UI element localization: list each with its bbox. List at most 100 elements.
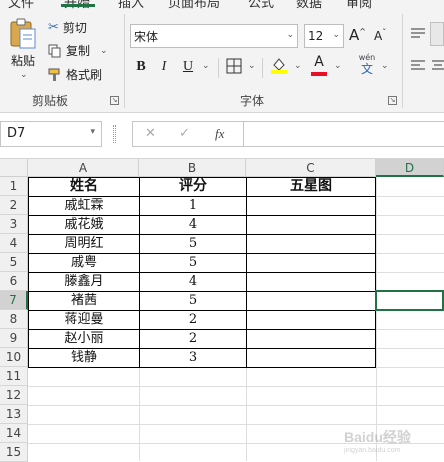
cell-name[interactable]: 戚粤	[29, 253, 139, 272]
column-header-b[interactable]: B	[139, 159, 246, 177]
row-header[interactable]: 2	[0, 196, 28, 215]
row-header[interactable]: 5	[0, 253, 28, 272]
row-header[interactable]: 13	[0, 405, 28, 424]
underline-button[interactable]: U	[181, 56, 195, 78]
cell-score[interactable]: 4	[140, 215, 246, 234]
align-left-button[interactable]	[410, 58, 426, 77]
name-box[interactable]: D7 ▾	[0, 121, 102, 147]
row-header[interactable]: 6	[0, 272, 28, 291]
column-header-c[interactable]: C	[246, 159, 376, 177]
format-painter-icon	[48, 68, 60, 81]
copy-dropdown-icon[interactable]: ⌄	[100, 46, 108, 56]
borders-chevron-down-icon[interactable]: ⌄	[248, 61, 256, 71]
tab-formulas[interactable]: 公式	[248, 0, 274, 11]
cell-name[interactable]: 蒋迎曼	[29, 310, 139, 329]
cancel-icon[interactable]: ✕	[145, 126, 156, 141]
phonetic-chevron-down-icon[interactable]: ⌄	[381, 61, 389, 71]
row-header[interactable]: 3	[0, 215, 28, 234]
bold-button[interactable]: B	[134, 56, 148, 78]
underline-chevron-down-icon[interactable]: ⌄	[202, 61, 210, 71]
decrease-font-size-button[interactable]: Aˇ	[374, 28, 386, 43]
borders-button[interactable]	[226, 58, 242, 77]
cell-name[interactable]: 周明红	[29, 234, 139, 253]
fill-color-button[interactable]	[270, 56, 288, 77]
tab-file[interactable]: 文件	[8, 0, 34, 11]
font-size-chevron-down-icon[interactable]: ⌄	[332, 30, 340, 40]
row-header[interactable]: 4	[0, 234, 28, 253]
align-top-button[interactable]	[410, 26, 426, 45]
cell-name[interactable]: 褚茜	[29, 291, 139, 310]
font-name-select[interactable]: 宋体 ⌄	[130, 24, 298, 48]
cell-score[interactable]: 4	[140, 272, 246, 291]
row-header[interactable]: 9	[0, 329, 28, 348]
paste-button[interactable]: 粘贴 ⌄	[8, 18, 40, 80]
format-painter-button[interactable]: 格式刷	[48, 66, 102, 83]
font-size-select[interactable]: 12 ⌄	[304, 24, 344, 48]
align-middle-button[interactable]	[430, 22, 444, 46]
row-header[interactable]: 11	[0, 367, 28, 386]
cell-score[interactable]: 1	[140, 196, 246, 215]
cell-name[interactable]: 戚虹霖	[29, 196, 139, 215]
row-header-selected[interactable]: 7	[0, 291, 28, 310]
selected-cell-d7[interactable]	[375, 290, 444, 311]
cell-score[interactable]: 3	[140, 348, 246, 367]
cut-button[interactable]: ✂ 剪切	[48, 19, 87, 36]
formula-bar-resize-handle[interactable]	[113, 125, 116, 143]
watermark-logo: Baidu经验 jingyan.baidu.com	[344, 427, 442, 457]
row-header[interactable]: 10	[0, 348, 28, 367]
select-all-corner[interactable]	[0, 159, 28, 177]
row-header[interactable]: 8	[0, 310, 28, 329]
copy-icon	[48, 44, 61, 57]
divider	[218, 58, 219, 78]
column-header-d[interactable]: D	[376, 159, 444, 177]
cell-c1[interactable]: 五星图	[247, 177, 375, 196]
column-header-a[interactable]: A	[28, 159, 139, 177]
copy-label: 复制	[66, 44, 91, 58]
paste-label: 粘贴	[11, 54, 36, 68]
cell-name[interactable]: 戚花娥	[29, 215, 139, 234]
phonetic-guide-icon: 文	[360, 62, 373, 76]
font-name-chevron-down-icon[interactable]: ⌄	[286, 30, 294, 40]
worksheet-grid[interactable]: A B C D 1 2 3 4 5 6 7 8 9 10 11 12 13 14…	[0, 159, 444, 462]
row-header[interactable]: 14	[0, 424, 28, 443]
phonetic-guide-button[interactable]: wén 文	[356, 54, 378, 80]
insert-function-icon[interactable]: fx	[215, 126, 224, 142]
italic-button[interactable]: I	[158, 56, 170, 78]
gridline	[28, 386, 444, 387]
cell-name[interactable]: 钱静	[29, 348, 139, 367]
row-header[interactable]: 12	[0, 386, 28, 405]
font-color-chevron-down-icon[interactable]: ⌄	[334, 61, 342, 71]
cell-name[interactable]: 赵小丽	[29, 329, 139, 348]
cell-score[interactable]: 5	[140, 291, 246, 310]
cell-score[interactable]: 2	[140, 310, 246, 329]
cell-b1[interactable]: 评分	[140, 177, 246, 196]
phonetic-guide-label: wén	[358, 53, 376, 62]
name-box-chevron-down-icon[interactable]: ▾	[90, 127, 95, 137]
copy-button[interactable]: 复制 ⌄	[48, 42, 108, 59]
tab-data[interactable]: 数据	[296, 0, 322, 11]
paste-dropdown-icon[interactable]: ⌄	[20, 70, 28, 80]
cell-name[interactable]: 滕鑫月	[29, 272, 139, 291]
scissors-icon: ✂	[48, 20, 59, 35]
tab-page-layout[interactable]: 页面布局	[168, 0, 220, 11]
font-dialog-launcher-icon[interactable]: ↘	[388, 96, 397, 105]
tab-review[interactable]: 审阅	[346, 0, 372, 11]
row-header[interactable]: 1	[0, 177, 28, 196]
fill-color-chevron-down-icon[interactable]: ⌄	[294, 61, 302, 71]
cell-a1[interactable]: 姓名	[29, 177, 139, 196]
format-painter-label: 格式刷	[66, 68, 103, 82]
clipboard-dialog-launcher-icon[interactable]: ↘	[110, 96, 119, 105]
font-color-button[interactable]: A	[310, 54, 328, 76]
enter-icon[interactable]: ✓	[179, 126, 190, 141]
cell-score[interactable]: 5	[140, 253, 246, 272]
font-group-label: 字体	[240, 94, 265, 108]
row-header[interactable]: 15	[0, 443, 28, 462]
cell-score[interactable]: 5	[140, 234, 246, 253]
formula-input[interactable]	[244, 121, 444, 147]
borders-icon	[226, 58, 242, 74]
align-center-icon	[432, 60, 444, 70]
increase-font-size-button[interactable]: A^	[349, 26, 366, 44]
align-center-button[interactable]	[432, 58, 444, 77]
cell-score[interactable]: 2	[140, 329, 246, 348]
tab-insert[interactable]: 插入	[118, 0, 144, 11]
